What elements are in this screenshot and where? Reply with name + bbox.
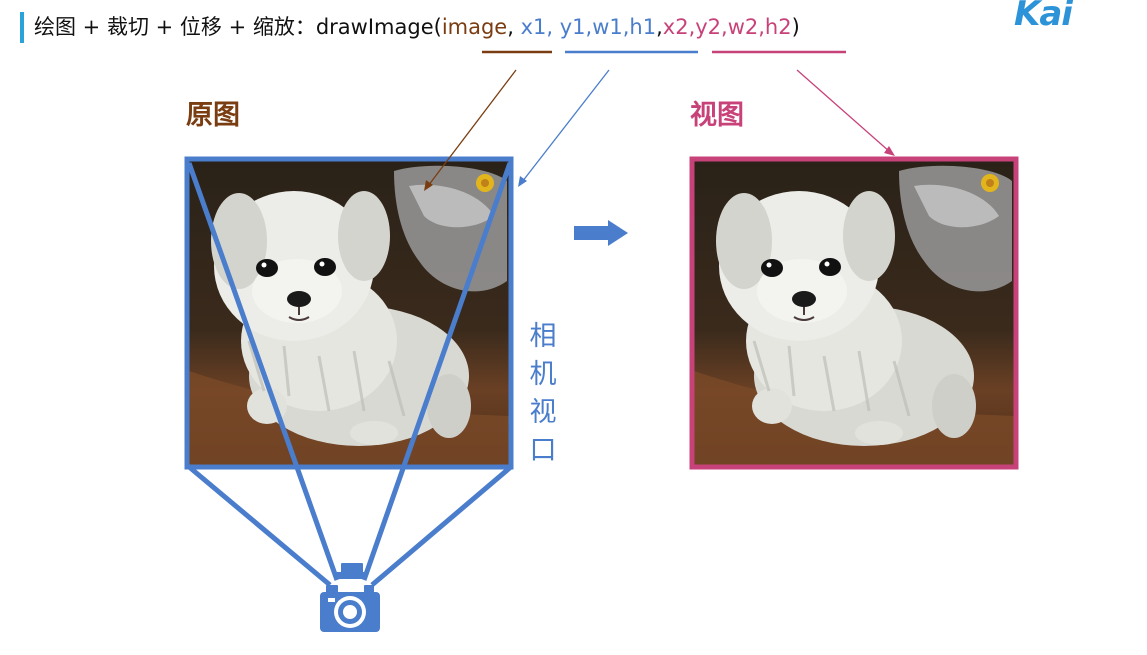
source-image [184, 156, 514, 470]
view-image [689, 156, 1019, 470]
dst-params-pointer [796, 69, 895, 156]
camera-icon [320, 563, 380, 632]
right-arrow-icon [574, 220, 628, 246]
src-params-pointer [518, 69, 610, 187]
diagram-canvas [184, 50, 1019, 632]
